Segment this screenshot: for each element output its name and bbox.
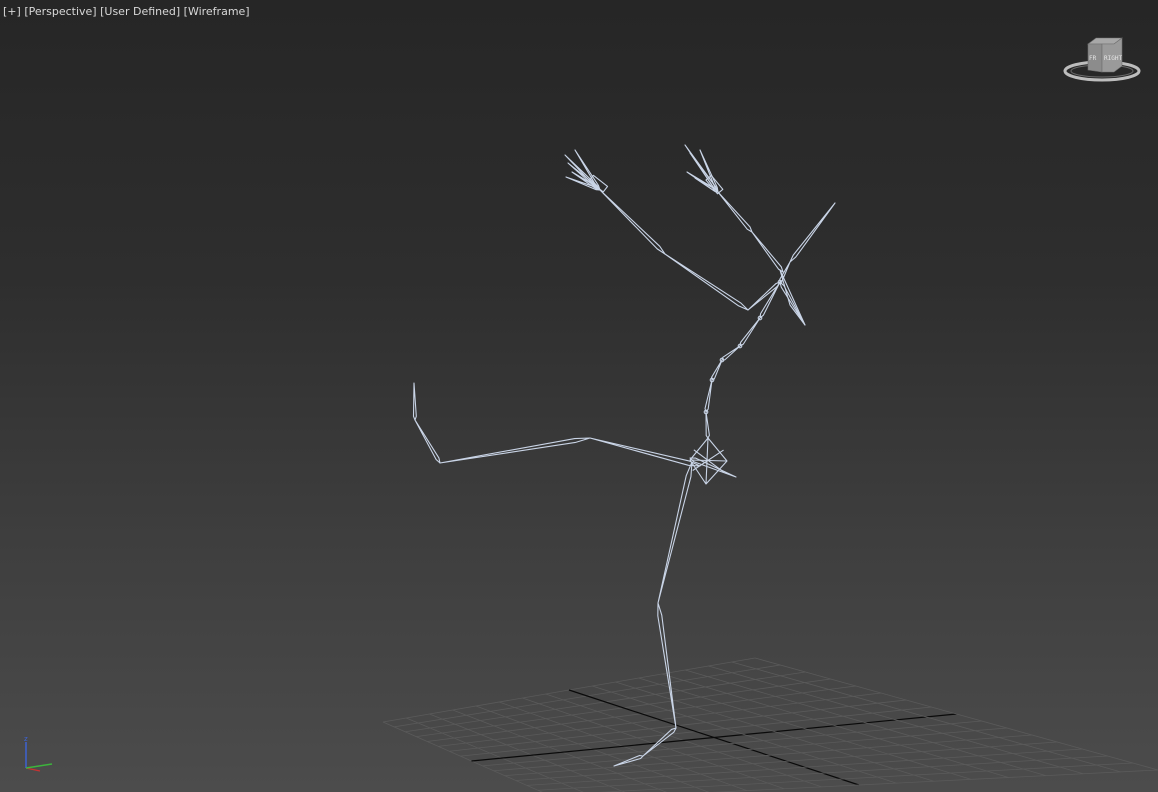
left-arm-bone[interactable] [664,253,749,311]
grid-line [711,769,1158,792]
right-arm-bone[interactable] [751,231,784,273]
spine-bone[interactable] [721,345,741,361]
left-toe-bone[interactable] [412,382,417,421]
right-thigh-bone[interactable] [657,461,693,604]
axis-tripod-icon: z [24,735,53,772]
viewcube-right-label: RIGHT [1104,55,1122,62]
grid-line [754,657,1158,771]
spine-bone[interactable] [711,359,723,381]
left-thigh-bone[interactable] [589,437,701,467]
perspective-viewport[interactable]: [+] [Perspective] [User Defined] [Wirefr… [0,0,1158,792]
spine-bone[interactable] [759,281,781,319]
left-calf-bone[interactable] [439,437,591,464]
clavicle-left-bone[interactable] [747,281,781,311]
clavicle-right-bone[interactable] [779,281,806,326]
left-arm-bone[interactable] [599,189,666,255]
x-axis-line [25,767,41,772]
viewcube[interactable]: FR RIGHT [1062,34,1142,86]
right-arm-bone[interactable] [717,191,753,233]
left-foot-bone[interactable] [414,419,441,464]
spine-bone[interactable] [705,411,710,439]
home-grid [382,657,1158,792]
clavicle-right-bone[interactable] [779,269,806,326]
head-bone[interactable] [789,202,836,263]
grid-line [382,721,543,792]
grid-line [731,661,1121,773]
scene-canvas[interactable] [0,0,1158,792]
viewcube-front-label: FR [1089,55,1097,62]
z-axis-label: z [24,735,28,743]
y-axis-line [25,763,53,769]
spine-bone[interactable] [704,379,713,413]
right-calf-bone[interactable] [657,602,677,729]
grid-line [708,665,1084,775]
spine-bone[interactable] [739,317,761,347]
biped-skeleton[interactable] [412,144,836,767]
grid-line [598,762,1133,792]
